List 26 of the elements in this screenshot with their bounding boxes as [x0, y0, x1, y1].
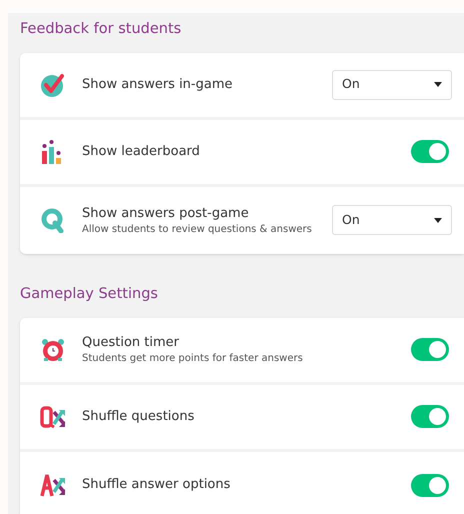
dropdown-value: On	[342, 210, 360, 229]
setting-label: Show leaderboard	[82, 142, 201, 161]
dropdown[interactable]: On	[332, 70, 452, 100]
setting-label: Question timer	[82, 334, 180, 352]
shuffle-q-icon	[40, 404, 68, 430]
setting-label: Show answers in-game	[82, 76, 234, 94]
setting-label: Shuffle answer options	[82, 476, 232, 494]
dropdown[interactable]: On	[332, 205, 452, 236]
checkmark-icon	[40, 72, 66, 98]
setting-description: Allow students to review questions & answers	[82, 222, 313, 236]
alarm-clock-icon	[40, 336, 66, 362]
caret-icon	[434, 82, 442, 88]
toggle-switch[interactable]	[411, 338, 449, 361]
toggle-switch[interactable]	[411, 405, 449, 428]
setting-label: Shuffle questions	[82, 408, 196, 426]
setting-description: Students get more points for faster answers	[82, 352, 304, 365]
toggle-switch[interactable]	[411, 140, 449, 164]
setting-label: Show answers post-game	[82, 204, 250, 223]
podium-icon	[40, 138, 64, 165]
caret-icon	[434, 218, 442, 223]
shuffle-a-icon	[40, 472, 68, 498]
dropdown-value: On	[342, 75, 360, 94]
section-title: Feedback for students	[20, 20, 182, 39]
toggle-switch[interactable]	[411, 474, 449, 496]
letter-q-icon	[40, 207, 66, 234]
section-title: Gameplay Settings	[20, 284, 159, 304]
